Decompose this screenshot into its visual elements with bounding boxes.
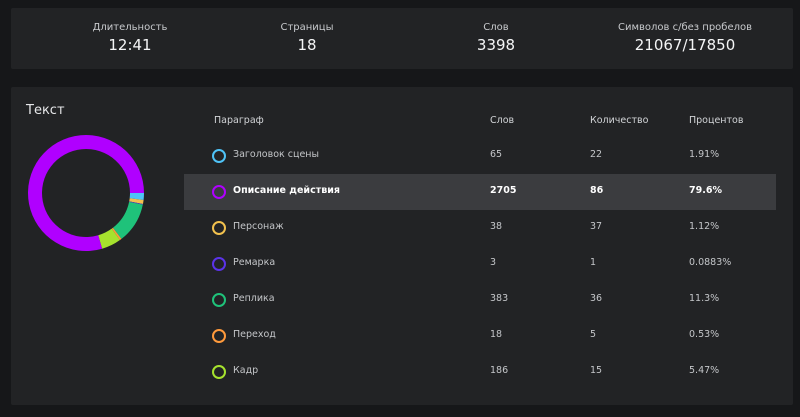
words-value: 2705 (490, 185, 517, 196)
table-row[interactable]: Заголовок сцены 65 22 1.91% (184, 138, 776, 174)
stat-value: 3398 (476, 36, 516, 54)
circle-marker-icon (212, 257, 226, 271)
percent-value: 5.47% (689, 365, 720, 376)
column-header-percent[interactable]: Процентов (689, 115, 743, 126)
circle-marker-icon (212, 329, 226, 343)
percent-value: 79.6% (689, 185, 722, 196)
count-value: 1 (590, 257, 597, 268)
stat-label: Слов (483, 22, 509, 33)
stat-words: Слов 3398 (401, 21, 591, 55)
circle-marker-icon (212, 221, 226, 235)
words-value: 38 (490, 221, 503, 232)
column-header-words[interactable]: Слов (490, 115, 514, 126)
stat-label: Длительность (92, 22, 168, 33)
count-value: 22 (590, 149, 603, 160)
circle-marker-icon (212, 293, 226, 307)
stats-panel: Длительность 12:41 Страницы 18 Слов 3398… (11, 8, 793, 69)
paragraph-donut-chart (28, 134, 144, 251)
count-value: 37 (590, 221, 603, 232)
words-value: 18 (490, 329, 503, 340)
table-row[interactable]: Описание действия 2705 86 79.6% (184, 174, 776, 210)
stat-duration: Длительность 12:41 (35, 21, 225, 55)
stat-pages: Страницы 18 (212, 21, 402, 55)
words-value: 186 (490, 365, 509, 376)
text-panel: Текст Параграф Слов Количество Процентов… (11, 87, 793, 405)
circle-marker-icon (212, 185, 226, 199)
stat-value: 12:41 (108, 36, 152, 54)
table-row[interactable]: Ремарка 3 1 0.0883% (184, 246, 776, 282)
circle-marker-icon (212, 365, 226, 379)
panel-title: Текст (26, 103, 65, 118)
stat-value: 21067/17850 (634, 36, 736, 54)
percent-value: 0.53% (689, 329, 720, 340)
paragraph-name: Ремарка (233, 257, 276, 268)
paragraph-name: Кадр (233, 365, 259, 376)
percent-value: 11.3% (689, 293, 720, 304)
circle-marker-icon (212, 149, 226, 163)
donut-slice (112, 201, 143, 239)
stat-characters: Символов с/без пробелов 21067/17850 (590, 21, 780, 55)
paragraph-name: Заголовок сцены (233, 149, 320, 160)
count-value: 36 (590, 293, 603, 304)
table-row[interactable]: Реплика 383 36 11.3% (184, 282, 776, 318)
column-header-paragraph[interactable]: Параграф (214, 115, 264, 126)
percent-value: 1.91% (689, 149, 720, 160)
paragraph-name: Переход (233, 329, 276, 340)
percent-value: 0.0883% (689, 257, 732, 268)
column-header-count[interactable]: Количество (590, 115, 648, 126)
table-row[interactable]: Кадр 186 15 5.47% (184, 354, 776, 390)
count-value: 86 (590, 185, 604, 196)
paragraph-name: Реплика (233, 293, 275, 304)
count-value: 15 (590, 365, 603, 376)
stat-label: Страницы (280, 22, 334, 33)
count-value: 5 (590, 329, 597, 340)
stat-value: 18 (297, 36, 317, 54)
words-value: 3 (490, 257, 497, 268)
paragraph-name: Персонаж (233, 221, 284, 232)
table-row[interactable]: Персонаж 38 37 1.12% (184, 210, 776, 246)
words-value: 383 (490, 293, 509, 304)
words-value: 65 (490, 149, 503, 160)
paragraph-name: Описание действия (233, 185, 340, 196)
stat-label: Символов с/без пробелов (617, 22, 753, 33)
table-row[interactable]: Переход 18 5 0.53% (184, 318, 776, 354)
percent-value: 1.12% (689, 221, 720, 232)
